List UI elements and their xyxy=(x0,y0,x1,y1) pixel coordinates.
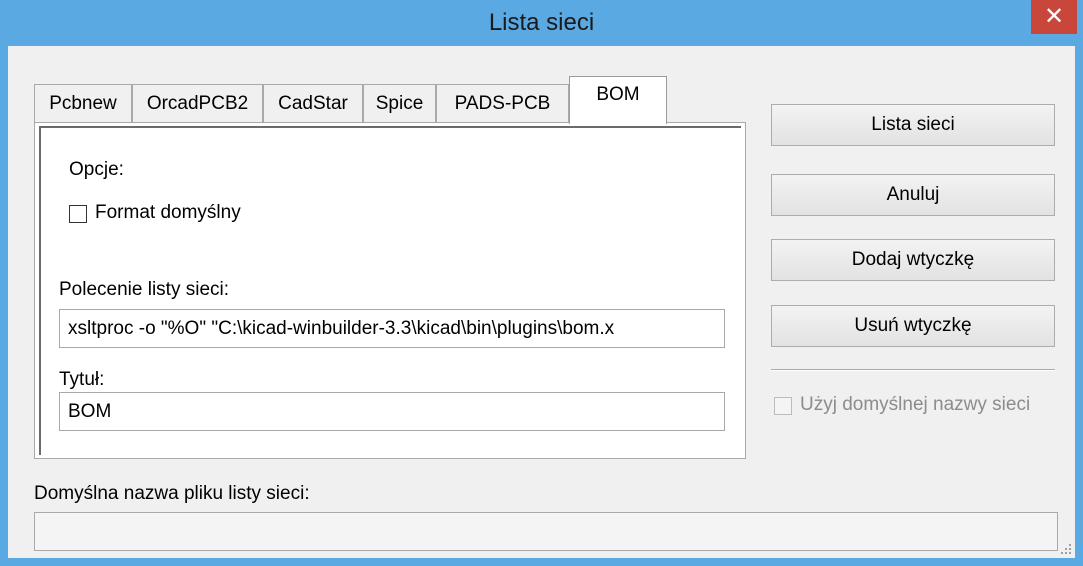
title-bar[interactable]: Lista sieci ✕ xyxy=(0,0,1083,46)
options-label: Opcje: xyxy=(69,159,124,180)
default-format-checkbox[interactable] xyxy=(69,205,87,223)
add-plugin-button[interactable]: Dodaj wtyczkę xyxy=(771,239,1055,281)
netlist-button[interactable]: Lista sieci xyxy=(771,104,1055,146)
tab-cadstar[interactable]: CadStar xyxy=(263,84,363,122)
tab-label: BOM xyxy=(596,84,640,105)
tab-orcadpcb2[interactable]: OrcadPCB2 xyxy=(132,84,263,122)
tab-spice[interactable]: Spice xyxy=(363,84,436,122)
window-title: Lista sieci xyxy=(488,9,595,36)
remove-plugin-button[interactable]: Usuń wtyczkę xyxy=(771,305,1055,347)
dialog-client-area: Pcbnew OrcadPCB2 CadStar Spice PADS-PCB … xyxy=(8,46,1075,558)
use-default-name-checkbox[interactable] xyxy=(774,397,792,415)
command-input[interactable]: xsltproc -o "%O" "C:\kicad-winbuilder-3.… xyxy=(59,309,725,348)
tab-label: CadStar xyxy=(278,93,348,114)
filename-label: Domyślna nazwa pliku listy sieci: xyxy=(34,483,310,504)
separator-line xyxy=(771,369,1055,371)
use-default-name-label: Użyj domyślnej nazwy sieci xyxy=(800,394,1031,415)
dialog-window: Lista sieci ✕ Pcbnew OrcadPCB2 CadStar S… xyxy=(0,0,1083,566)
filename-input[interactable] xyxy=(34,512,1058,551)
bom-tab-panel: Opcje: Format domyślny Polecenie listy s… xyxy=(34,122,746,459)
tab-bom[interactable]: BOM xyxy=(569,76,667,124)
close-icon: ✕ xyxy=(1043,3,1065,30)
default-format-label[interactable]: Format domyślny xyxy=(95,202,241,224)
tab-pcbnew[interactable]: Pcbnew xyxy=(34,84,132,122)
tab-pads-pcb[interactable]: PADS-PCB xyxy=(436,84,569,122)
tab-label: OrcadPCB2 xyxy=(146,93,249,114)
tab-label: Pcbnew xyxy=(49,93,117,114)
command-label: Polecenie listy sieci: xyxy=(59,279,230,300)
title-label: Tytuł: xyxy=(59,369,105,390)
title-input[interactable]: BOM xyxy=(59,392,725,431)
resize-grip-icon[interactable] xyxy=(1059,542,1073,556)
tab-label: PADS-PCB xyxy=(454,93,551,114)
tab-label: Spice xyxy=(375,93,424,114)
cancel-button[interactable]: Anuluj xyxy=(771,174,1055,216)
close-button[interactable]: ✕ xyxy=(1031,0,1077,34)
